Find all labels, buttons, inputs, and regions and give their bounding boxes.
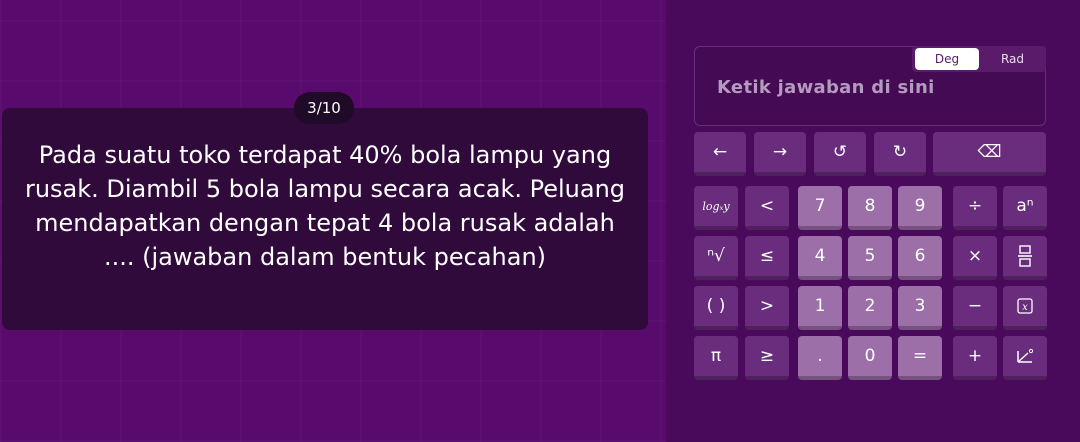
digit-9-key[interactable]: 9 <box>898 186 942 230</box>
digit-4-key[interactable]: 4 <box>798 236 842 280</box>
arrow-right-key[interactable]: → <box>754 132 806 176</box>
less-equal-key[interactable]: ≤ <box>745 236 789 280</box>
less-than-key[interactable]: < <box>745 186 789 230</box>
digit-2-key[interactable]: 2 <box>848 286 892 330</box>
mode-rad-button[interactable]: Rad <box>979 52 1046 66</box>
fraction-key[interactable] <box>1003 236 1047 280</box>
digit-0-key[interactable]: 0 <box>848 336 892 380</box>
equals-key[interactable]: = <box>898 336 942 380</box>
question-counter: 3/10 <box>294 92 354 124</box>
redo-key[interactable]: ↻ <box>874 132 926 176</box>
parentheses-key[interactable]: ( ) <box>694 286 738 330</box>
question-text: Pada suatu toko terdapat 40% bola lampu … <box>24 141 626 271</box>
answer-placeholder: Ketik jawaban di sini <box>717 77 935 98</box>
digit-1-key[interactable]: 1 <box>798 286 842 330</box>
divide-key[interactable]: ÷ <box>953 186 997 230</box>
log-label: logₓy <box>702 199 730 213</box>
angle-icon <box>1017 348 1034 363</box>
digit-8-key[interactable]: 8 <box>848 186 892 230</box>
arrow-left-key[interactable]: ← <box>694 132 746 176</box>
digit-6-key[interactable]: 6 <box>898 236 942 280</box>
plus-key[interactable]: + <box>953 336 997 380</box>
angle-key[interactable] <box>1003 336 1047 380</box>
fraction-icon <box>1018 245 1032 267</box>
svg-text:x: x <box>1022 302 1028 313</box>
decimal-key[interactable]: . <box>798 336 842 380</box>
backspace-key[interactable]: ⌫ <box>933 132 1046 176</box>
angle-mode-toggle[interactable]: Deg Rad <box>912 46 1046 72</box>
variable-x-icon: x <box>1017 298 1033 314</box>
mode-deg-button[interactable]: Deg <box>915 48 979 70</box>
digit-5-key[interactable]: 5 <box>848 236 892 280</box>
digit-3-key[interactable]: 3 <box>898 286 942 330</box>
power-key[interactable]: aⁿ <box>1003 186 1047 230</box>
variable-key[interactable]: x <box>1003 286 1047 330</box>
undo-key[interactable]: ↺ <box>814 132 866 176</box>
greater-than-key[interactable]: > <box>745 286 789 330</box>
greater-equal-key[interactable]: ≥ <box>745 336 789 380</box>
root-key[interactable]: ⁿ√ <box>694 236 738 280</box>
log-key[interactable]: logₓy <box>694 186 738 230</box>
digit-7-key[interactable]: 7 <box>798 186 842 230</box>
minus-key[interactable]: − <box>953 286 997 330</box>
pi-key[interactable]: π <box>694 336 738 380</box>
multiply-key[interactable]: × <box>953 236 997 280</box>
